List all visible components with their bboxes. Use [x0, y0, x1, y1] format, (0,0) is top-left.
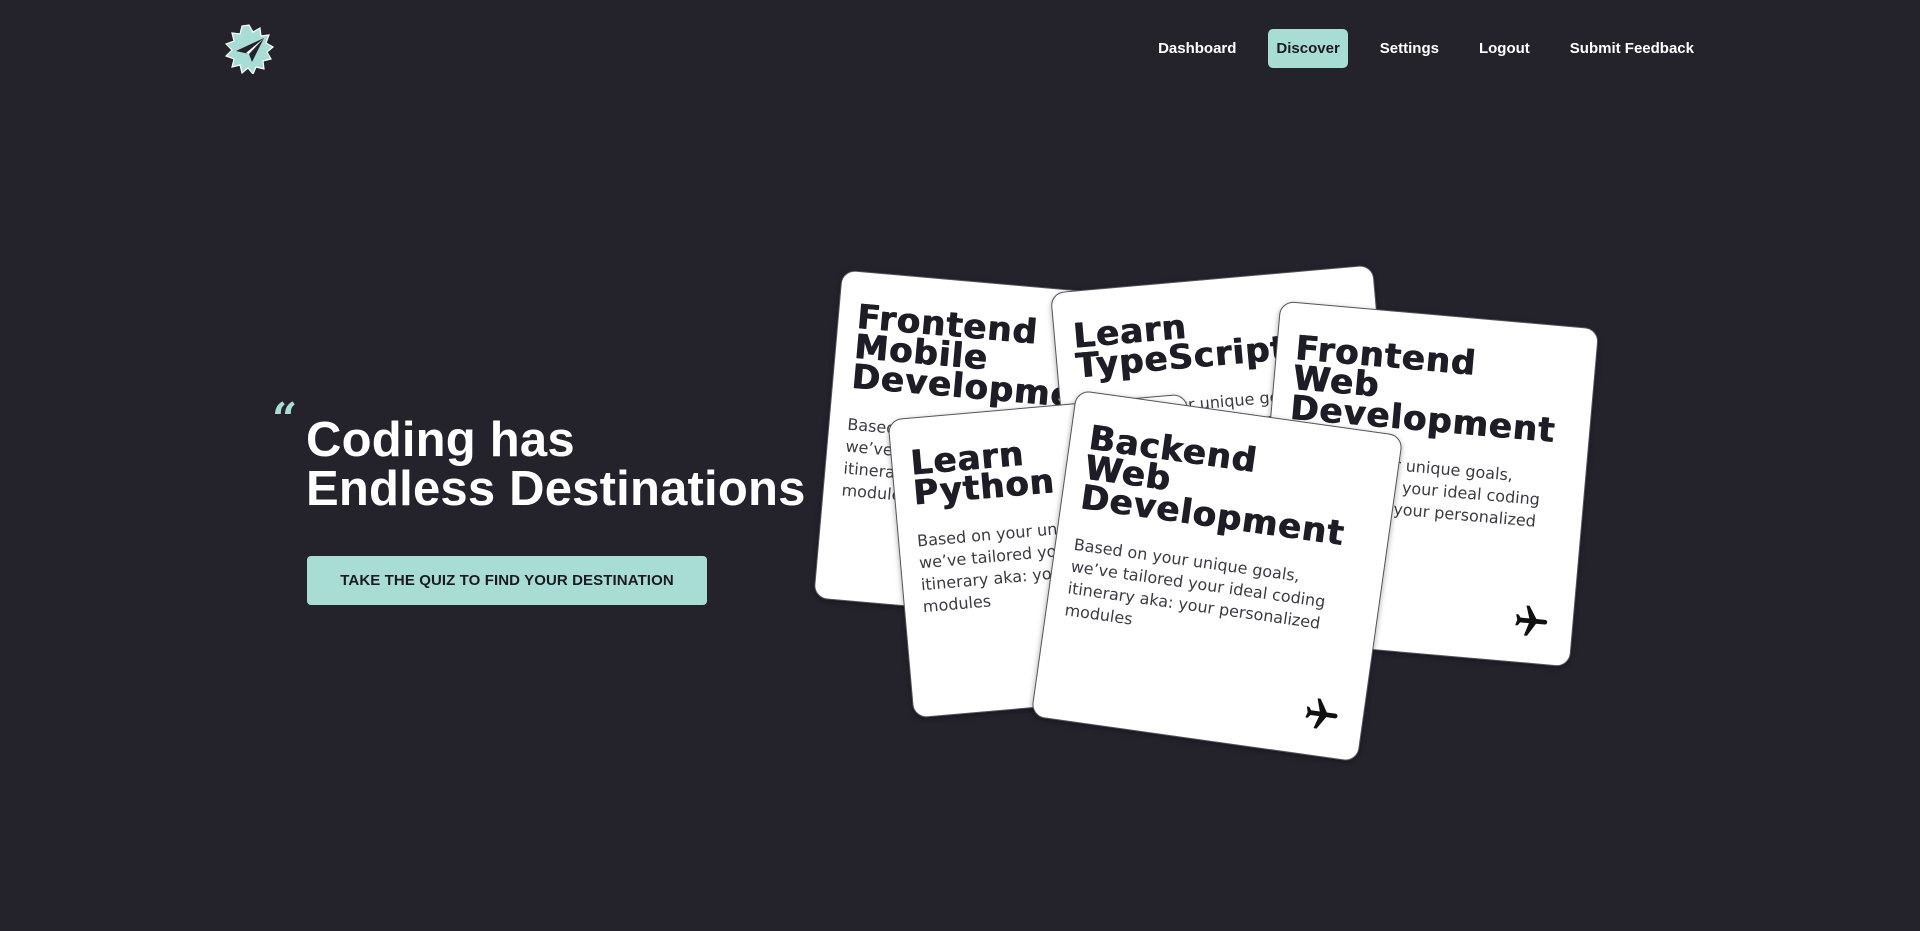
top-nav: Dashboard Discover Settings Logout Submi… — [1150, 29, 1702, 68]
card-description: Based on your unique goals, we’ve tailor… — [1063, 534, 1327, 633]
hero-title-line-2: Endless Destinations — [306, 462, 806, 516]
card-backend-web[interactable]: Backend Web Development Based on your un… — [1030, 389, 1404, 763]
airplane-icon — [1305, 698, 1338, 729]
card-title: Backend Web Development — [1078, 418, 1379, 554]
logo-badge-icon[interactable] — [224, 24, 275, 76]
nav-logout[interactable]: Logout — [1471, 29, 1538, 68]
take-quiz-button[interactable]: TAKE THE QUIZ TO FIND YOUR DESTINATION — [307, 556, 707, 605]
hero-title-line-1: Coding has — [306, 413, 575, 467]
nav-settings[interactable]: Settings — [1372, 29, 1447, 68]
quote-mark-icon: “ — [272, 394, 298, 445]
discover-page: Dashboard Discover Settings Logout Submi… — [0, 0, 1920, 931]
nav-discover[interactable]: Discover — [1268, 29, 1348, 68]
hero-title: Coding has Endless Destinations — [306, 416, 806, 514]
nav-submit-feedback[interactable]: Submit Feedback — [1562, 29, 1702, 68]
nav-dashboard[interactable]: Dashboard — [1150, 29, 1244, 68]
airplane-icon — [1515, 605, 1548, 636]
